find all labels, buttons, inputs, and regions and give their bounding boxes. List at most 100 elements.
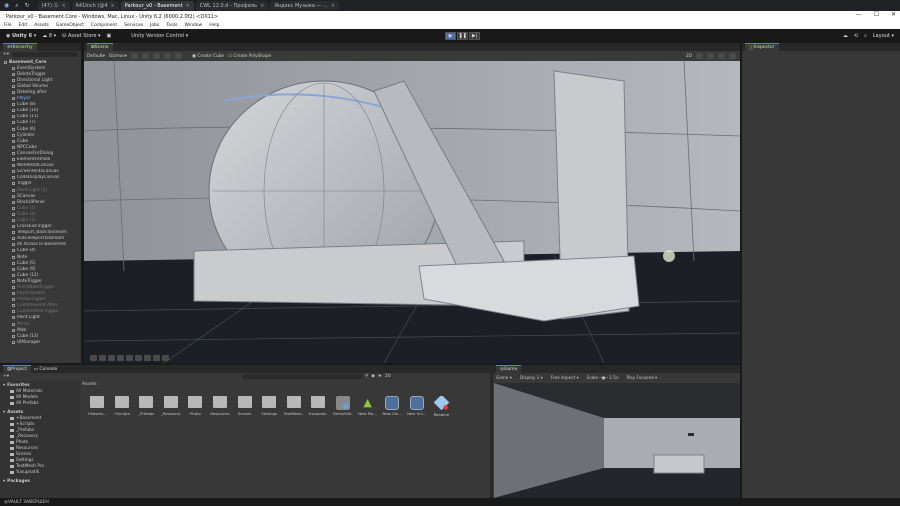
browser-tab[interactable]: (47) Ⓢ × — [37, 1, 70, 10]
overlay-tool-icon[interactable] — [108, 355, 115, 361]
pause-button[interactable]: ❚❚ — [457, 32, 469, 40]
menu-item-gameobject[interactable]: GameObject — [56, 23, 84, 28]
favorite-icon[interactable]: ★ — [378, 374, 382, 379]
expand-icon[interactable]: ▾ — [3, 479, 5, 484]
draw-mode-dropdown[interactable]: Default▾ — [87, 54, 105, 59]
menu-item-component[interactable]: Component — [91, 23, 117, 28]
account-button[interactable]: ◉ Unity 6 ▾ — [6, 33, 36, 39]
asset-item[interactable]: Settings — [259, 396, 279, 416]
overlay-tool-icon[interactable] — [126, 355, 133, 361]
asset-item[interactable]: +Scripts — [112, 396, 132, 416]
asset-item[interactable]: New Uni... — [407, 396, 427, 416]
maximize-button[interactable]: ☐ — [874, 11, 879, 18]
search-toolbar-icon[interactable]: ⌕ — [864, 33, 867, 39]
expand-icon[interactable]: ▾ — [3, 383, 5, 388]
overlay-tool-icon[interactable] — [117, 355, 124, 361]
tab-close-icon[interactable]: × — [331, 3, 335, 9]
light-gizmo-icon[interactable] — [663, 250, 675, 262]
menu-item-edit[interactable]: Edit — [19, 23, 28, 28]
asset-item[interactable]: Scenes — [235, 396, 255, 416]
game-view-dropdown[interactable]: Game ▾ — [496, 375, 512, 380]
create-asset-button[interactable]: +▾ — [3, 374, 9, 379]
browser-logo-icon[interactable]: ◉ — [4, 2, 9, 9]
project-tree-item[interactable]: Yusupnatik — [3, 469, 80, 475]
play-focused-dropdown[interactable]: Play Focused ▾ — [626, 375, 657, 380]
project-search-input[interactable] — [242, 374, 363, 379]
menu-item-window[interactable]: Window — [184, 23, 202, 28]
menu-item-jobs[interactable]: Jobs — [150, 23, 159, 28]
display-dropdown[interactable]: Display 1 ▾ — [520, 375, 543, 380]
overlay-tool-icon[interactable] — [153, 355, 160, 361]
asset-item[interactable]: Yusupnat... — [308, 396, 328, 416]
project-tree-item[interactable]: ▾ Packages — [3, 478, 80, 484]
scene-viewport[interactable] — [84, 61, 740, 363]
rotate-tool-icon[interactable] — [141, 53, 149, 59]
rect-tool-icon[interactable] — [163, 53, 171, 59]
tab-close-icon[interactable]: × — [186, 3, 190, 9]
asset-item[interactable]: ▲ New Pla... — [358, 396, 378, 416]
play-button[interactable]: ▶ — [445, 32, 457, 40]
project-tree-item[interactable]: All Prefabs — [3, 400, 80, 406]
asset-item[interactable]: DefaultVo... — [333, 396, 353, 416]
hierarchy-search-input[interactable] — [12, 52, 78, 57]
menu-item-assets[interactable]: Assets — [34, 23, 49, 28]
tab-console[interactable]: ▭ Console — [34, 367, 58, 372]
overlay-tool-icon[interactable] — [144, 355, 151, 361]
filter-icon[interactable]: ⚲ — [365, 374, 368, 379]
menu-item-help[interactable]: Help — [209, 23, 219, 28]
asset-item[interactable]: Resources — [210, 396, 230, 416]
lighting-toggle-icon[interactable] — [696, 53, 703, 59]
tab-close-icon[interactable]: × — [111, 3, 115, 9]
tab-game[interactable]: ◎ Game — [496, 365, 522, 373]
asset-store-button[interactable]: ⛁ Asset Store ▾ — [62, 33, 100, 39]
step-button[interactable]: ▶| — [469, 32, 481, 40]
close-button[interactable]: ✕ — [891, 11, 896, 18]
layout-button[interactable]: Layout ▾ — [873, 33, 894, 39]
browser-tab[interactable]: CWL 12.0.d - Профиль × — [195, 1, 269, 10]
tab-inspector[interactable]: ⓘ Inspector — [745, 43, 779, 51]
tab-hierarchy[interactable]: ≡ Hierarchy — [3, 43, 37, 51]
menu-item-file[interactable]: File — [4, 23, 12, 28]
audio-toggle-icon[interactable] — [707, 53, 714, 59]
asset-item[interactable]: New Uni... — [382, 396, 402, 416]
asset-item[interactable]: _Prefabs — [136, 396, 156, 416]
gizmos-dropdown[interactable]: Gizmos▾ — [109, 54, 127, 59]
label-icon[interactable]: ◆ — [371, 374, 374, 379]
search-icon[interactable]: ⌕ — [15, 2, 18, 10]
scale-slider[interactable]: Scale ─●─ 1.5x — [587, 375, 619, 380]
refresh-icon[interactable]: ↻ — [25, 2, 30, 9]
scale-tool-icon[interactable] — [152, 53, 160, 59]
project-breadcrumb[interactable]: Assets — [82, 382, 97, 387]
camera-settings-icon[interactable] — [729, 53, 736, 59]
mode-2d-toggle[interactable]: 2D — [686, 54, 692, 59]
overlay-tool-icon[interactable] — [162, 355, 169, 361]
create-cube-button[interactable]: ▣ Create Cube — [192, 54, 224, 59]
asset-item[interactable]: TextMesh... — [284, 396, 304, 416]
service-icon[interactable]: ▣ — [107, 33, 112, 39]
cloud-button[interactable]: ☁ 8 ▾ — [42, 33, 56, 39]
minimize-button[interactable]: — — [856, 11, 862, 18]
browser-tab[interactable]: 641Inch (@4 × — [71, 1, 119, 10]
browser-tab[interactable]: Parkour_v0 - Basement × — [120, 1, 194, 10]
tab-close-icon[interactable]: × — [260, 3, 264, 9]
hierarchy-item[interactable]: UIManager — [2, 339, 81, 345]
tab-project[interactable]: ▤ Project — [3, 365, 31, 373]
overlay-tool-icon[interactable] — [135, 355, 142, 361]
move-tool-icon[interactable] — [130, 53, 138, 59]
aspect-dropdown[interactable]: Free Aspect ▾ — [551, 375, 579, 380]
asset-item[interactable]: +Basem... — [87, 396, 107, 416]
overlay-tool-icon[interactable] — [90, 355, 97, 361]
game-viewport[interactable] — [494, 383, 740, 498]
tab-close-icon[interactable]: × — [62, 3, 66, 9]
menu-item-tools[interactable]: Tools — [166, 23, 177, 28]
asset-item[interactable]: _Recovery — [161, 396, 181, 416]
effects-toggle-icon[interactable] — [718, 53, 725, 59]
version-control-button[interactable]: Unity Version Control ▾ — [131, 33, 188, 39]
cloud-icon[interactable]: ☁ — [843, 33, 848, 39]
add-object-button[interactable]: +▾ — [3, 52, 9, 57]
transform-tool-icon[interactable] — [174, 53, 182, 59]
menu-item-services[interactable]: Services — [124, 23, 143, 28]
asset-item[interactable]: Photo — [185, 396, 205, 416]
overlay-tool-icon[interactable] — [99, 355, 106, 361]
history-icon[interactable]: ⟲ — [854, 33, 858, 39]
